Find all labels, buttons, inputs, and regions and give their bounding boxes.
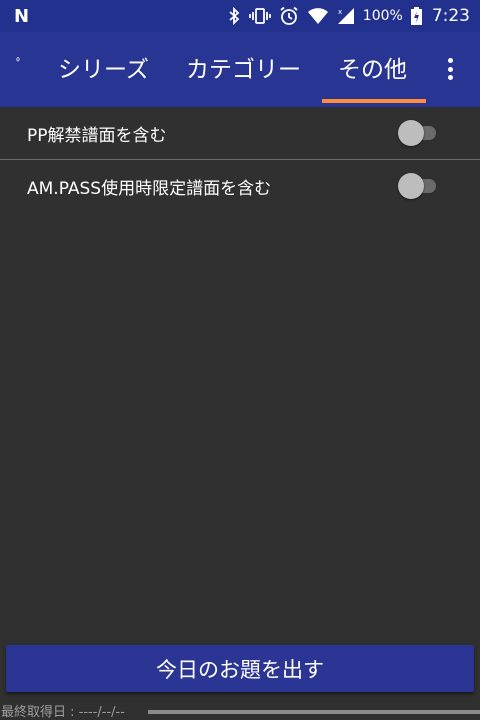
svg-text:x: x [338, 8, 342, 16]
tab-series[interactable]: シリーズ [58, 50, 149, 84]
progress-bar [148, 710, 480, 714]
tab-other[interactable]: その他 [338, 50, 407, 84]
battery-percent: 100% [362, 8, 403, 24]
setting-row-ampass-limited[interactable]: AM.PASS使用時限定譜面を含む [0, 160, 480, 212]
alarm-icon [279, 6, 299, 26]
wifi-icon [307, 7, 329, 25]
pp-unlocked-toggle[interactable] [398, 120, 438, 146]
tab-selected-indicator [322, 99, 426, 103]
status-bar: N x 100% 7:23 [0, 0, 480, 32]
ampass-limited-toggle[interactable] [398, 173, 438, 199]
battery-charging-icon [410, 7, 422, 25]
tab-partial[interactable]: ﾟ [16, 52, 24, 76]
footer: 最終取得日 : ----/--/-- [0, 700, 480, 720]
overflow-menu-icon[interactable] [438, 54, 462, 84]
bluetooth-icon [227, 7, 241, 25]
cellular-signal-icon: x [337, 7, 355, 25]
tab-category[interactable]: カテゴリー [186, 50, 301, 84]
clock: 7:23 [431, 6, 470, 26]
app-bar: ﾟ シリーズ カテゴリー その他 [0, 32, 480, 107]
setting-row-pp-unlocked[interactable]: PP解禁譜面を含む [0, 107, 480, 159]
vibrate-icon [248, 7, 271, 25]
last-fetched-date: 最終取得日 : ----/--/-- [1, 704, 125, 720]
notification-logo-icon: N [14, 5, 30, 27]
get-todays-challenge-button[interactable]: 今日のお題を出す [6, 645, 474, 692]
